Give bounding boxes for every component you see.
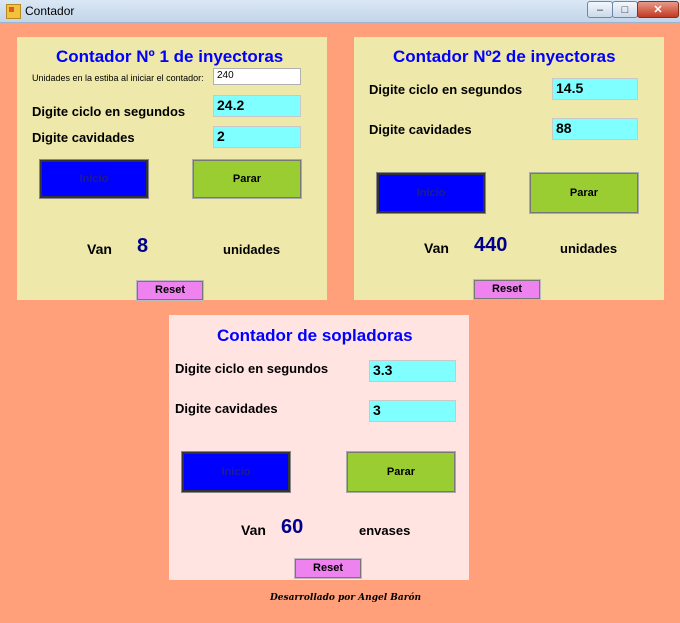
- window-title: Contador: [25, 4, 75, 18]
- cavities-label: Digite cavidades: [32, 130, 135, 145]
- injector-2-panel: Contador Nº2 de inyectoras Digite ciclo …: [354, 37, 664, 300]
- stop-button[interactable]: Parar: [529, 172, 639, 214]
- start-button[interactable]: Inicio: [376, 172, 486, 214]
- panel-title: Contador Nº2 de inyectoras: [393, 47, 616, 66]
- panel-title: Contador de sopladoras: [217, 326, 413, 345]
- count-value: 8: [137, 235, 149, 257]
- panel-title: Contador Nº 1 de inyectoras: [56, 47, 284, 66]
- van-label: Van: [424, 240, 449, 256]
- cavities-input[interactable]: 88: [552, 118, 638, 140]
- reset-button[interactable]: Reset: [294, 558, 362, 579]
- cavities-input[interactable]: 3: [369, 400, 456, 422]
- cycle-label: Digite ciclo en segundos: [175, 361, 329, 376]
- count-value: 440: [474, 234, 508, 256]
- cycle-input[interactable]: 3.3: [369, 360, 456, 382]
- unit-label: unidades: [223, 242, 281, 257]
- stop-button[interactable]: Parar: [192, 159, 302, 199]
- unit-label: envases: [359, 523, 411, 538]
- units-label: Unidades en la estiba al iniciar el cont…: [32, 73, 204, 83]
- units-input[interactable]: 240: [213, 68, 301, 85]
- close-button[interactable]: ✕: [637, 1, 679, 18]
- start-button[interactable]: Inicio: [181, 451, 291, 493]
- cycle-input[interactable]: 24.2: [213, 95, 301, 117]
- cycle-label: Digite ciclo en segundos: [369, 82, 523, 97]
- title-bar: Contador – □ ✕: [0, 0, 680, 23]
- stop-button[interactable]: Parar: [346, 451, 456, 493]
- cavities-label: Digite cavidades: [175, 401, 278, 416]
- app-window: Contador – □ ✕ Contador Nº 1 de inyector…: [0, 0, 680, 623]
- injector-1-panel: Contador Nº 1 de inyectoras Unidades en …: [17, 37, 327, 301]
- van-label: Van: [87, 241, 112, 257]
- maximize-button[interactable]: □: [612, 1, 638, 18]
- unit-label: unidades: [560, 241, 618, 256]
- cycle-input[interactable]: 14.5: [552, 78, 638, 100]
- minimize-button[interactable]: –: [587, 1, 613, 18]
- start-button[interactable]: Inicio: [39, 159, 149, 199]
- van-label: Van: [241, 522, 266, 538]
- blow-molder-panel: Contador de sopladoras Digite ciclo en s…: [169, 315, 469, 580]
- cycle-label: Digite ciclo en segundos: [32, 104, 186, 119]
- developer-credit: Desarrollado por Angel Barón: [270, 593, 422, 603]
- cavities-input[interactable]: 2: [213, 126, 301, 148]
- count-value: 60: [281, 516, 304, 538]
- reset-button[interactable]: Reset: [473, 279, 541, 300]
- app-icon: [6, 4, 21, 19]
- cavities-label: Digite cavidades: [369, 122, 472, 137]
- reset-button[interactable]: Reset: [136, 280, 204, 301]
